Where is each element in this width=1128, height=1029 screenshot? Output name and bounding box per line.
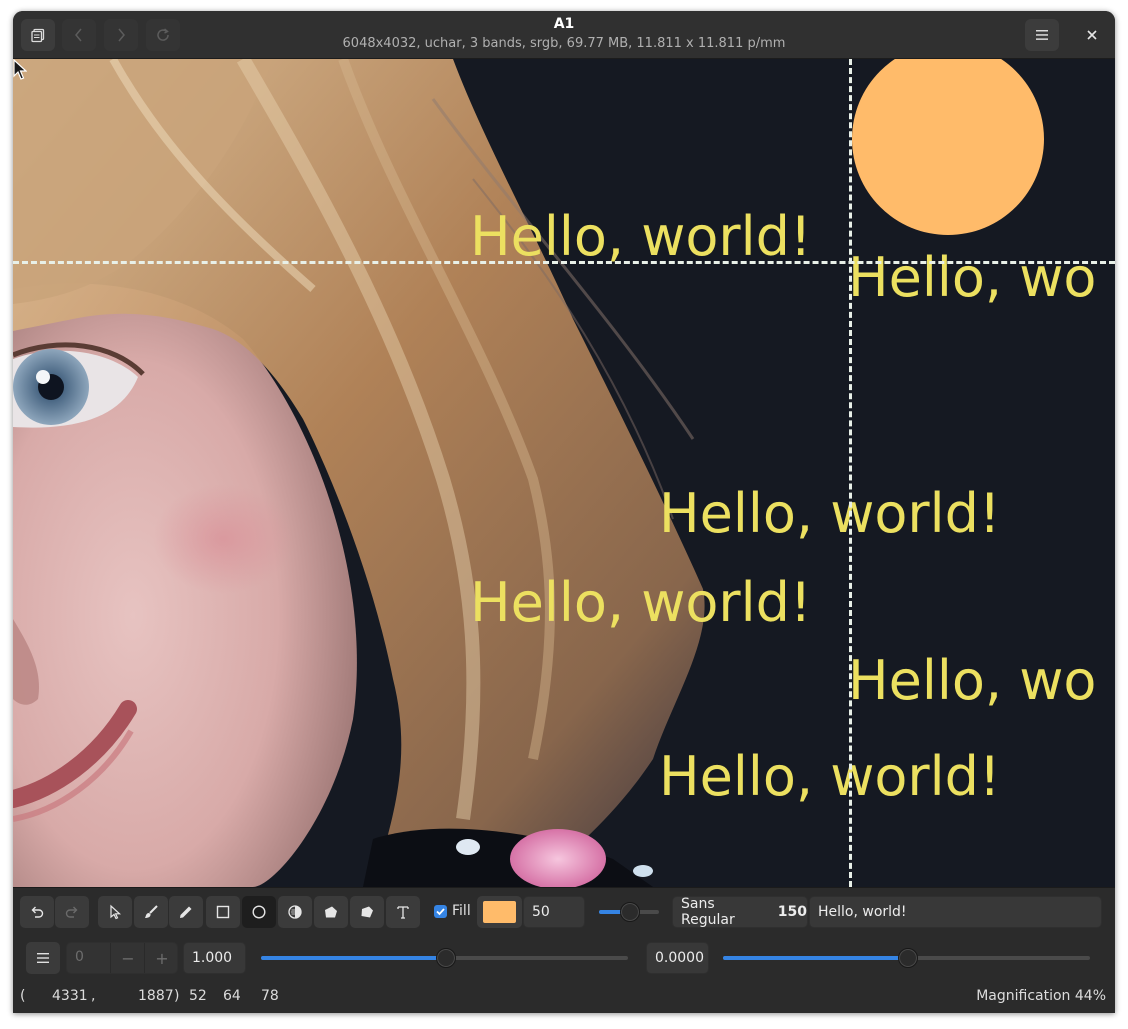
rectangle-icon bbox=[216, 905, 230, 919]
main-menu-button[interactable] bbox=[1025, 19, 1059, 51]
fill-color-button[interactable] bbox=[477, 896, 522, 928]
undo-button[interactable] bbox=[20, 896, 54, 928]
path-tool-button[interactable] bbox=[350, 896, 384, 928]
draw-toolbar: Fill 50 Sans Regular 150 Hello, world! bbox=[13, 887, 1115, 936]
text-entry-field[interactable]: Hello, world! bbox=[809, 896, 1102, 928]
minus-icon[interactable]: − bbox=[110, 943, 145, 973]
text-annotation[interactable]: Hello, world! bbox=[470, 571, 812, 634]
text-annotation[interactable]: Hello, wo bbox=[848, 649, 1096, 712]
line-width-slider-knob[interactable] bbox=[620, 902, 640, 922]
flood-fill-icon bbox=[288, 905, 302, 919]
fill-checkbox[interactable] bbox=[434, 905, 447, 918]
checkmark-icon bbox=[436, 908, 445, 916]
font-chooser-button[interactable]: Sans Regular 150 bbox=[672, 896, 808, 928]
select-tool-button[interactable] bbox=[98, 896, 132, 928]
view-toolbar: 0 − + 1.000 0.0000 bbox=[13, 935, 1115, 982]
view-menu-button[interactable] bbox=[26, 942, 60, 974]
close-icon bbox=[1087, 30, 1097, 40]
text-annotation[interactable]: Hello, world! bbox=[659, 745, 1001, 808]
horizontal-guide-line[interactable] bbox=[13, 261, 1115, 264]
hamburger-menu-icon bbox=[37, 953, 49, 963]
brush-tool-button[interactable] bbox=[134, 896, 168, 928]
plus-icon[interactable]: + bbox=[144, 943, 179, 973]
scale-value: 1.000 bbox=[192, 950, 233, 966]
pencil-tool-button[interactable] bbox=[169, 896, 203, 928]
line-width-value: 50 bbox=[532, 904, 550, 920]
offset-value: 0.0000 bbox=[655, 950, 704, 966]
image-info-subtitle: 6048x4032, uchar, 3 bands, srgb, 69.77 M… bbox=[342, 36, 786, 51]
scale-slider-knob[interactable] bbox=[435, 948, 456, 968]
text-annotation[interactable]: Hello, world! bbox=[470, 205, 812, 268]
polygon-tool-button[interactable] bbox=[314, 896, 348, 928]
coord-open: ( bbox=[20, 988, 26, 1004]
mouse-pointer-icon bbox=[13, 59, 27, 80]
text-tool-button[interactable] bbox=[386, 896, 420, 928]
pixel-value-blue: 78 bbox=[261, 988, 279, 1004]
circle-icon bbox=[252, 905, 266, 919]
fill-label: Fill bbox=[452, 903, 471, 919]
coord-x: 4331 bbox=[52, 988, 88, 1004]
rectangle-tool-button[interactable] bbox=[206, 896, 240, 928]
line-width-field[interactable]: 50 bbox=[523, 896, 585, 928]
offset-slider-fill bbox=[723, 956, 907, 960]
coord-y: 1887 bbox=[138, 988, 174, 1004]
font-name: Sans Regular bbox=[681, 896, 735, 928]
image-canvas[interactable]: Hello, world! Hello, wo Hello, world! He… bbox=[13, 59, 1115, 887]
scale-slider-fill bbox=[261, 956, 445, 960]
fill-color-swatch bbox=[483, 901, 516, 923]
brush-icon bbox=[145, 905, 158, 918]
viewer-window: A1 6048x4032, uchar, 3 bands, srgb, 69.7… bbox=[13, 11, 1115, 1013]
offset-slider-knob[interactable] bbox=[897, 948, 918, 968]
page-spin-button[interactable]: 0 − + bbox=[66, 942, 178, 974]
magnification-label: Magnification 44% bbox=[976, 988, 1106, 1004]
circle-tool-button[interactable] bbox=[242, 896, 276, 928]
polygon-icon bbox=[325, 906, 337, 918]
text-annotation[interactable]: Hello, world! bbox=[659, 482, 1001, 545]
status-bar: ( 4331 , 1887 ) 52 64 78 Magnification 4… bbox=[13, 981, 1115, 1013]
path-icon bbox=[361, 906, 373, 918]
close-button[interactable] bbox=[1075, 19, 1109, 51]
coord-separator: , bbox=[91, 988, 96, 1004]
text-entry-value: Hello, world! bbox=[818, 904, 907, 920]
header-bar: A1 6048x4032, uchar, 3 bands, srgb, 69.7… bbox=[13, 11, 1115, 59]
flood-fill-tool-button[interactable] bbox=[278, 896, 312, 928]
pixel-value-green: 64 bbox=[223, 988, 241, 1004]
font-size: 150 bbox=[777, 904, 807, 920]
text-annotation[interactable]: Hello, wo bbox=[848, 246, 1096, 309]
text-icon bbox=[397, 906, 409, 919]
window-title: A1 bbox=[553, 16, 575, 32]
coord-close: ) bbox=[174, 988, 180, 1004]
redo-icon bbox=[65, 906, 78, 918]
redo-button[interactable] bbox=[55, 896, 89, 928]
pencil-icon bbox=[180, 906, 192, 918]
hamburger-menu-icon bbox=[1036, 30, 1048, 40]
scale-field[interactable]: 1.000 bbox=[183, 942, 246, 974]
pointer-icon bbox=[110, 904, 122, 920]
pixel-value-red: 52 bbox=[189, 988, 207, 1004]
undo-icon bbox=[31, 906, 44, 918]
vertical-guide-line[interactable] bbox=[849, 59, 852, 887]
offset-field[interactable]: 0.0000 bbox=[646, 942, 709, 974]
page-value: 0 bbox=[75, 949, 84, 965]
